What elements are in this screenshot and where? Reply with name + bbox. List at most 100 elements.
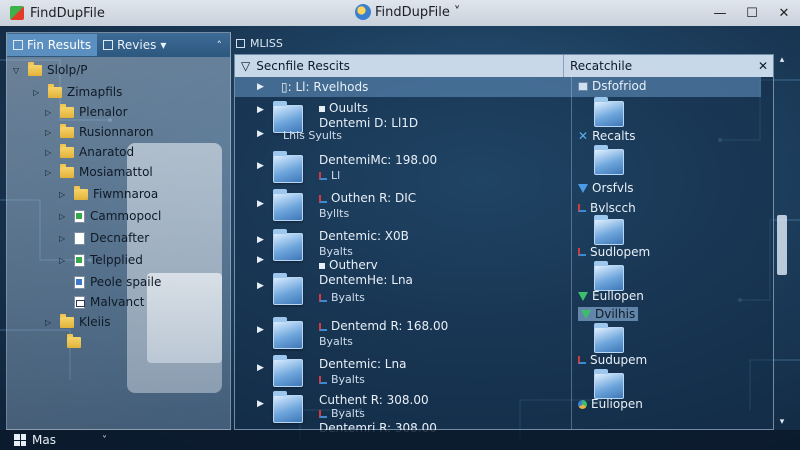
row-title: ▯: Ll: Rvelhods bbox=[281, 80, 369, 94]
row-title: DentemiMc: 198.00 bbox=[319, 153, 438, 167]
expand-arrow-icon[interactable]: ▶ bbox=[257, 199, 264, 209]
folder-icon bbox=[594, 323, 624, 353]
green-doc-icon bbox=[74, 209, 85, 223]
expand-arrow-icon[interactable]: ▶ bbox=[257, 255, 264, 265]
scroll-up-button[interactable]: ▴ bbox=[775, 55, 789, 69]
results-panel: ▽ Secnfile Rescits Recatchile ✕ ▶ ▯: Ll:… bbox=[234, 54, 787, 435]
expand-toggle-icon[interactable]: ▷ bbox=[59, 190, 69, 199]
center-title-menu[interactable]: FindDupFile ˅ bbox=[355, 4, 460, 20]
expand-arrow-icon[interactable]: ▶ bbox=[257, 82, 264, 92]
status-bar: Mas ˅ bbox=[0, 430, 800, 450]
results-tab[interactable]: MLISS bbox=[250, 37, 283, 50]
match-item[interactable]: Dsfofriod bbox=[578, 79, 647, 93]
match-item[interactable]: Euliopen bbox=[578, 397, 643, 411]
tree-item-label: Malvanct bbox=[90, 295, 145, 309]
tree-item[interactable]: Malvanct bbox=[59, 293, 144, 311]
expand-arrow-icon[interactable]: ▶ bbox=[257, 129, 264, 139]
expand-toggle-icon[interactable]: ▷ bbox=[45, 318, 55, 327]
match-item[interactable]: Bvlscch bbox=[578, 201, 636, 215]
tree-item[interactable]: ▷ Cammopocl bbox=[59, 207, 161, 225]
row-title: Outhen R: DIC bbox=[319, 191, 416, 205]
tree-item[interactable]: ▽ Slolp/P bbox=[13, 61, 88, 79]
expand-arrow-icon[interactable]: ▶ bbox=[257, 325, 264, 335]
match-item-selected[interactable]: Dvilhis bbox=[578, 307, 639, 321]
row-title: Dentemic: X0B bbox=[319, 229, 409, 243]
folder-icon bbox=[594, 261, 624, 291]
tab-reviews[interactable]: Revies ▾ bbox=[97, 34, 172, 56]
match-item[interactable]: ✕ Recalts bbox=[578, 129, 636, 143]
folder-icon bbox=[74, 185, 88, 200]
minimize-button[interactable]: — bbox=[704, 0, 736, 26]
expand-arrow-icon[interactable]: ▶ bbox=[257, 363, 264, 373]
tree-item[interactable]: ▷ Kleiis bbox=[45, 313, 111, 331]
expand-arrow-icon[interactable]: ▶ bbox=[257, 105, 264, 115]
expand-toggle-icon[interactable]: ▷ bbox=[45, 128, 55, 137]
collapse-pane-button[interactable]: ˄ bbox=[217, 39, 231, 52]
tree-item[interactable]: ▷ Zimapfils bbox=[33, 83, 122, 101]
close-panel-button[interactable]: ✕ bbox=[753, 59, 773, 73]
expand-arrow-icon[interactable]: ▶ bbox=[257, 281, 264, 291]
doc-icon bbox=[74, 231, 85, 245]
close-window-button[interactable]: ✕ bbox=[768, 0, 800, 26]
match-item[interactable]: Sudlopem bbox=[578, 245, 650, 259]
list-icon bbox=[103, 40, 114, 50]
dot-icon bbox=[319, 262, 325, 269]
expand-arrow-icon[interactable]: ▶ bbox=[257, 399, 264, 409]
row-title: Dentemi D: Ll1D bbox=[319, 116, 419, 130]
column-header-match[interactable]: Recatchile bbox=[563, 55, 753, 77]
row-subtitle: Byalts bbox=[319, 373, 365, 386]
chart-icon bbox=[578, 248, 586, 256]
tree-item[interactable] bbox=[67, 333, 86, 351]
expand-arrow-icon[interactable]: ▶ bbox=[257, 235, 264, 245]
folder-icon bbox=[594, 97, 624, 127]
folder-icon bbox=[60, 143, 74, 158]
tree-item[interactable]: ▷ Mosiamattol bbox=[45, 163, 153, 181]
chart-icon bbox=[319, 410, 327, 418]
tree-item[interactable]: ▷ Decnafter bbox=[59, 229, 149, 247]
row-title: Outherv bbox=[319, 258, 378, 272]
expand-toggle-icon[interactable]: ▷ bbox=[59, 256, 69, 265]
folder-icon bbox=[60, 163, 74, 178]
results-header: ▽ Secnfile Rescits Recatchile ✕ bbox=[235, 55, 773, 77]
tree-item[interactable]: ▷ Anaratod bbox=[45, 143, 134, 161]
scroll-thumb[interactable] bbox=[777, 215, 787, 275]
folder-icon bbox=[28, 61, 42, 76]
tree-item[interactable]: Peole spaile bbox=[59, 273, 161, 291]
expand-toggle-icon[interactable]: ▷ bbox=[59, 234, 69, 243]
window-controls: — ☐ ✕ bbox=[704, 0, 800, 26]
match-item[interactable]: Sudupem bbox=[578, 353, 647, 367]
maximize-button[interactable]: ☐ bbox=[736, 0, 768, 26]
expand-toggle-icon[interactable]: ▷ bbox=[45, 148, 55, 157]
tree-item-label: Anaratod bbox=[79, 145, 135, 159]
expand-toggle-icon[interactable]: ▷ bbox=[45, 168, 55, 177]
folder-icon bbox=[60, 313, 74, 328]
tree-item-label: Plenalor bbox=[79, 105, 128, 119]
expand-toggle-icon[interactable]: ▷ bbox=[59, 212, 69, 221]
match-item[interactable]: Orsfvls bbox=[578, 181, 634, 195]
expand-toggle-icon[interactable]: ▷ bbox=[45, 108, 55, 117]
column-header-label: Recatchile bbox=[570, 59, 633, 73]
row-subtitle: Byalts bbox=[319, 291, 365, 304]
doc-icon bbox=[74, 275, 85, 289]
column-header-results[interactable]: ▽ Secnfile Rescits bbox=[235, 59, 563, 73]
tree-item[interactable]: ▷ Fiwmnaroa bbox=[59, 185, 158, 203]
triangle-icon bbox=[578, 183, 588, 193]
vertical-scrollbar[interactable]: ▴ ▾ bbox=[775, 55, 789, 431]
expand-toggle-icon[interactable]: ▽ bbox=[13, 66, 23, 75]
chevron-down-icon[interactable]: ˅ bbox=[102, 435, 107, 446]
tree-item[interactable]: ▷ Rusionnaron bbox=[45, 123, 154, 141]
row-title: DentemHe: Lna bbox=[319, 273, 413, 287]
scroll-down-button[interactable]: ▾ bbox=[775, 417, 789, 431]
status-label[interactable]: Mas bbox=[32, 433, 56, 447]
expand-arrow-icon[interactable]: ▶ bbox=[257, 161, 264, 171]
chart-icon bbox=[319, 172, 327, 180]
windows-grid-icon[interactable] bbox=[14, 434, 26, 446]
match-item[interactable]: Eullopen bbox=[578, 289, 644, 303]
tree-item[interactable]: ▷ Plenalor bbox=[45, 103, 128, 121]
title-bar: FindDupFile FindDupFile ˅ — ☐ ✕ bbox=[0, 0, 800, 26]
expand-toggle-icon[interactable]: ▷ bbox=[33, 88, 43, 97]
folder-icon bbox=[594, 215, 624, 245]
tree-line-icon: ▯: bbox=[281, 80, 292, 94]
tab-find-results[interactable]: Fin Results bbox=[7, 34, 98, 56]
tree-item[interactable]: ▷ Telpplied bbox=[59, 251, 143, 269]
